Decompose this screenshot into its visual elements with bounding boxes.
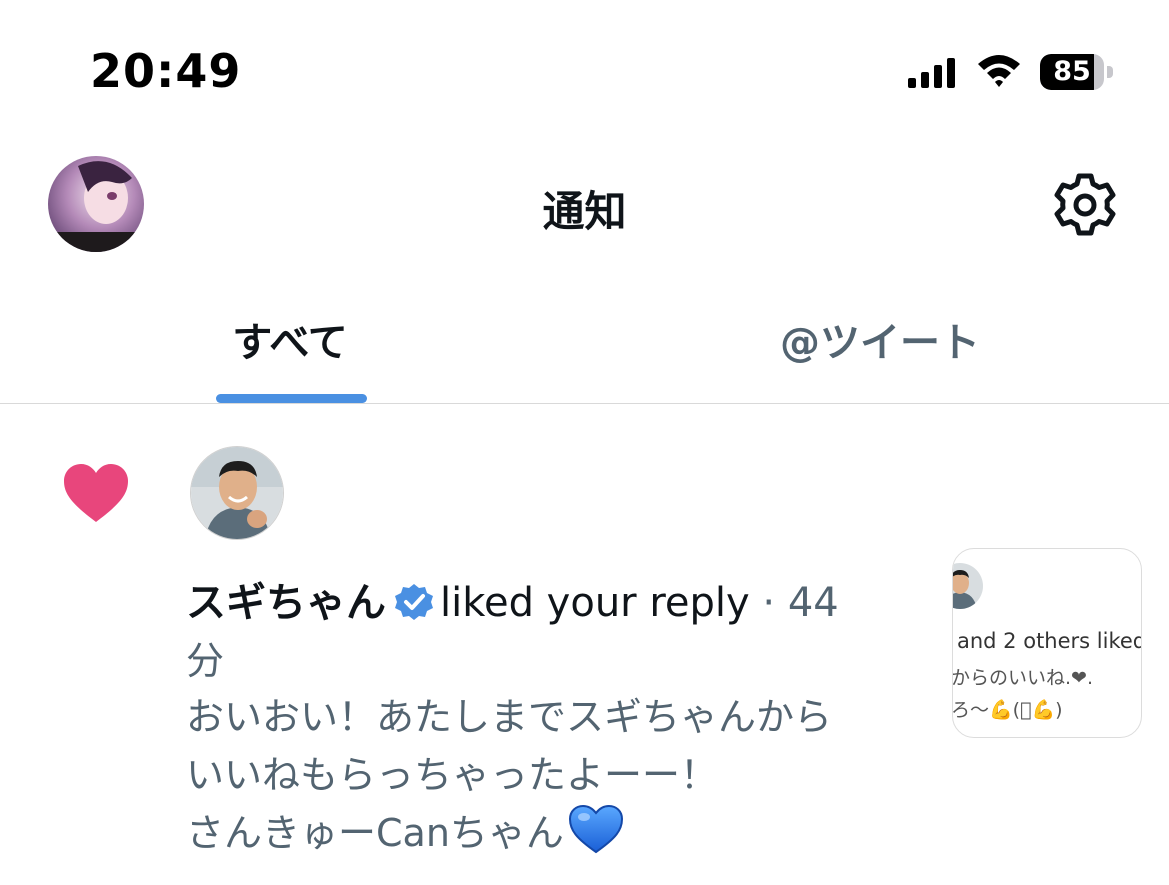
separator: · xyxy=(762,580,776,626)
preview-line: and 2 others liked xyxy=(957,629,1142,653)
tweet-line-text: さんきゅーCanちゃん xyxy=(186,811,564,855)
blue-heart-icon xyxy=(568,804,623,854)
notification-action: liked your reply xyxy=(440,580,750,626)
battery-percent: 85 xyxy=(1053,56,1091,87)
time-ago: 44 xyxy=(787,580,839,626)
tweet-line-last: さんきゅーCanちゃん xyxy=(186,804,926,862)
tweet-preview-card[interactable]: and 2 others liked からのいいね.❤. ろ〜💪(ﾟ💪) xyxy=(952,548,1142,738)
user-avatar[interactable] xyxy=(190,446,284,540)
tweet-line: いいねもらっちゃったよーー！ xyxy=(186,753,719,797)
user-name[interactable]: スギちゃん xyxy=(186,580,386,626)
time-ago-unit: 分 xyxy=(186,639,225,683)
preview-line: ろ〜💪(ﾟ💪) xyxy=(952,699,1063,721)
cellular-signal-icon xyxy=(908,58,955,88)
tweet-text[interactable]: おいおい！あたしまでスギちゃんから いいねもらっちゃったよーー！ さんきゅーCa… xyxy=(186,688,926,862)
battery-icon: 85 xyxy=(1040,54,1116,90)
tweet-line: おいおい！あたしまでスギちゃんから xyxy=(186,695,833,739)
tab-indicator xyxy=(216,394,367,403)
verified-badge-icon xyxy=(395,584,433,620)
divider xyxy=(0,403,1169,404)
wifi-icon xyxy=(978,55,1020,87)
preview-avatar xyxy=(953,563,983,609)
heart-icon xyxy=(64,464,128,522)
status-time: 20:49 xyxy=(90,44,242,98)
page-title: 通知 xyxy=(542,187,627,236)
tab-mentions[interactable]: @ツイート xyxy=(740,310,1020,368)
preview-line: からのいいね.❤. xyxy=(952,667,1093,689)
gear-icon[interactable] xyxy=(1052,172,1118,238)
notification-header: スギちゃん liked your reply · 44 xyxy=(186,570,839,628)
tab-all[interactable]: すべて xyxy=(160,310,420,368)
